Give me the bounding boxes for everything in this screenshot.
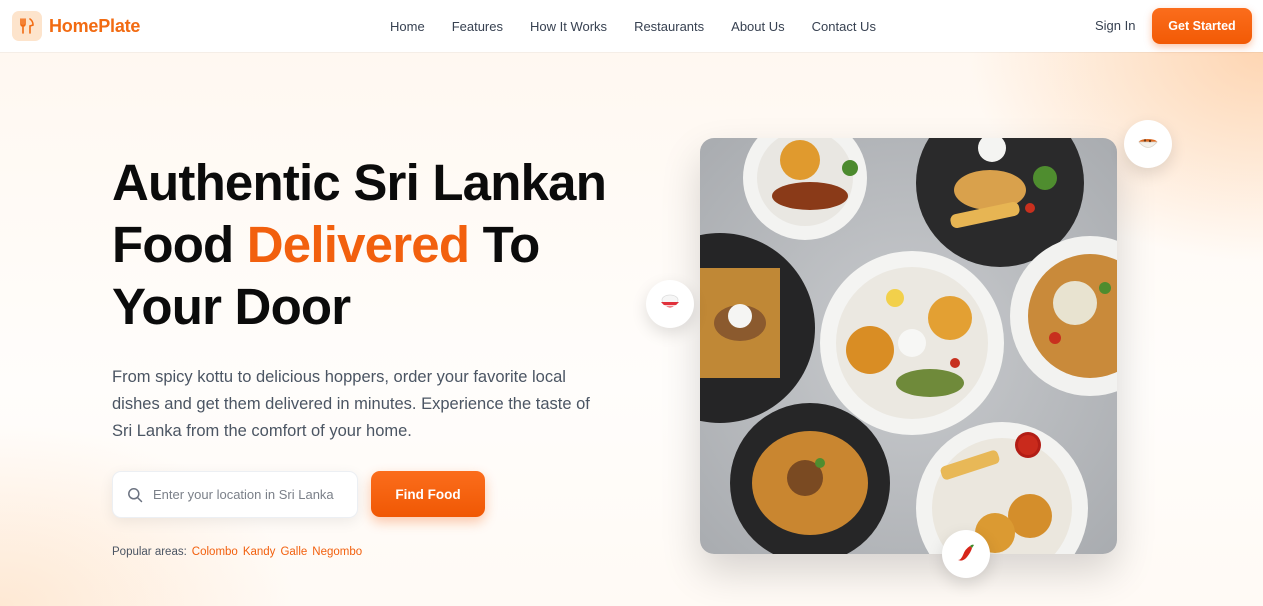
brand-name: HomePlate — [49, 15, 141, 36]
popular-label: Popular areas: — [112, 546, 187, 558]
rice-bowl-icon — [659, 291, 681, 318]
nav-features[interactable]: Features — [452, 19, 503, 34]
navbar: HomePlate Home Features How It Works Res… — [0, 0, 1263, 52]
area-kandy[interactable]: Kandy — [243, 546, 276, 558]
search-icon — [127, 487, 143, 503]
food-hero-image — [700, 138, 1117, 554]
hero-section: Authentic Sri Lankan Food Delivered To Y… — [0, 52, 1263, 606]
hero-headline: Authentic Sri Lankan Food Delivered To Y… — [112, 152, 632, 338]
nav-home[interactable]: Home — [390, 19, 425, 34]
chili-pepper-icon — [955, 541, 977, 568]
nav-about-us[interactable]: About Us — [731, 19, 784, 34]
curry-bowl-badge — [1124, 120, 1172, 168]
headline-line-2c: To — [469, 216, 541, 273]
sign-in-link[interactable]: Sign In — [1095, 18, 1135, 33]
nav-restaurants[interactable]: Restaurants — [634, 19, 704, 34]
headline-accent: Delivered — [246, 216, 470, 273]
area-colombo[interactable]: Colombo — [192, 546, 238, 558]
headline-line-3: Your Door — [112, 278, 351, 335]
hero-subtext: From spicy kottu to delicious hoppers, o… — [112, 368, 590, 440]
rice-bowl-badge — [646, 280, 694, 328]
area-galle[interactable]: Galle — [280, 546, 307, 558]
headline-line-2a: Food — [112, 216, 247, 273]
plate-center — [820, 251, 1004, 435]
fork-knife-icon — [12, 11, 42, 41]
curry-bowl-icon — [1137, 131, 1159, 158]
popular-areas: Popular areas: Colombo Kandy Galle Negom… — [112, 546, 362, 558]
get-started-button[interactable]: Get Started — [1152, 8, 1252, 44]
chili-badge — [942, 530, 990, 578]
nav-contact-us[interactable]: Contact Us — [812, 19, 876, 34]
brand[interactable]: HomePlate — [12, 11, 140, 41]
headline-line-1: Authentic Sri Lankan — [112, 154, 607, 211]
location-input[interactable] — [153, 487, 353, 502]
location-search[interactable] — [112, 471, 358, 518]
nav-how-it-works[interactable]: How It Works — [530, 19, 607, 34]
main-nav: Home Features How It Works Restaurants A… — [390, 0, 903, 52]
find-food-button[interactable]: Find Food — [371, 471, 485, 517]
area-negombo[interactable]: Negombo — [312, 546, 362, 558]
